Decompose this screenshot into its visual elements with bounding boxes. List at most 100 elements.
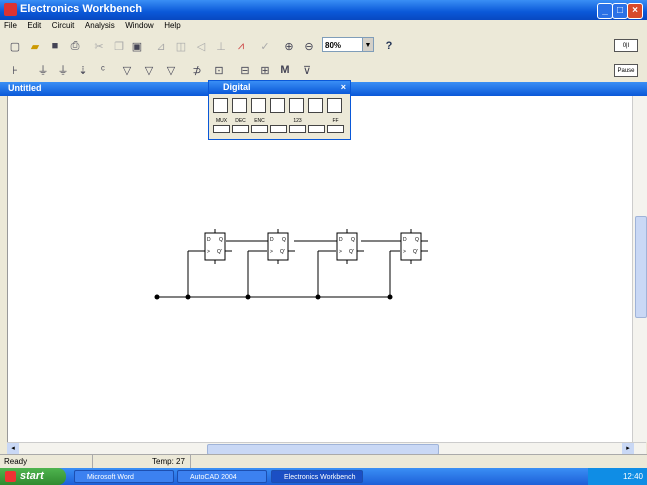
ff-label: FF <box>332 118 339 124</box>
close-button[interactable]: × <box>627 3 643 19</box>
taskbar-item-autocad[interactable]: AutoCAD 2004 <box>177 470 267 483</box>
help-icon[interactable]: ? <box>380 37 398 55</box>
sources-parts-icon[interactable]: ⏚ <box>34 61 52 79</box>
digital-ic-parts-icon[interactable]: ▽ <box>162 61 180 79</box>
status-text: Ready <box>4 457 28 466</box>
digital-parts-icon[interactable]: ⊡ <box>210 61 228 79</box>
menu-window[interactable]: Window <box>121 20 157 31</box>
palette-close-icon[interactable]: × <box>341 81 346 94</box>
flip-horizontal-icon[interactable]: ◫ <box>172 37 190 55</box>
ff3-q-label: Q <box>351 237 355 243</box>
indicators-parts-icon[interactable]: ⊟ <box>236 61 254 79</box>
pause-button[interactable]: Pause <box>614 64 638 77</box>
rotate-icon[interactable]: ⊿ <box>152 37 170 55</box>
enc-button[interactable] <box>251 125 268 133</box>
ff1-d-label: D <box>207 237 211 243</box>
windows-logo-icon <box>5 471 16 482</box>
menu-help[interactable]: Help <box>160 20 184 31</box>
save-icon[interactable]: ■ <box>46 37 64 55</box>
flip-vertical-icon[interactable]: ◁ <box>192 37 210 55</box>
window-title: Electronics Workbench <box>20 3 143 15</box>
junction-dot <box>387 294 393 300</box>
instruments-parts-icon[interactable]: ⊽ <box>298 61 316 79</box>
shift-button[interactable] <box>308 125 325 133</box>
dec-button[interactable] <box>232 125 249 133</box>
ff2-q-label: Q <box>282 237 286 243</box>
ff3-d-label: D <box>339 237 343 243</box>
miscellaneous-parts-icon[interactable]: M <box>276 61 294 79</box>
start-label: start <box>20 470 44 482</box>
junction-dot <box>154 294 160 300</box>
palette-title-bar[interactable]: Digital × <box>209 81 350 94</box>
counter-label: 123 <box>293 118 302 124</box>
logic-gates-parts-icon[interactable]: ⊅ <box>188 61 206 79</box>
ff4-clk-label: > <box>403 249 406 255</box>
transistors-parts-icon[interactable]: ᶜ <box>94 61 112 79</box>
cut-icon[interactable]: ✂ <box>90 37 108 55</box>
temperature-readout: Temp: 27 <box>152 457 185 466</box>
menu-file[interactable]: File <box>0 20 21 31</box>
analog-ic-parts-icon[interactable]: ▽ <box>118 61 136 79</box>
rs-flipflop-icon[interactable] <box>251 98 266 113</box>
paste-icon[interactable]: ▣ <box>128 37 146 55</box>
arith-button[interactable] <box>270 125 287 133</box>
favorites-parts-icon[interactable]: ⊦ <box>6 61 24 79</box>
status-divider <box>92 455 93 469</box>
vertical-scrollbar[interactable] <box>632 96 647 442</box>
full-adder-icon[interactable] <box>232 98 247 113</box>
menu-bar: File Edit Circuit Analysis Window Help <box>0 20 647 34</box>
diodes-parts-icon[interactable]: ⇣ <box>74 61 92 79</box>
system-tray: 12:40 <box>588 468 647 485</box>
palette-title: Digital <box>223 82 251 92</box>
mux-label: MUX <box>215 118 228 124</box>
ff3-qn-label: Q' <box>349 249 354 255</box>
menu-edit[interactable]: Edit <box>23 20 45 31</box>
circuit-canvas[interactable]: D Q > Q' D Q > Q' D Q > Q' D Q > Q' <box>7 96 633 442</box>
junction-dot <box>185 294 191 300</box>
menu-circuit[interactable]: Circuit <box>48 20 79 31</box>
new-icon[interactable]: ▢ <box>6 37 24 55</box>
ff1-clk-label: > <box>207 249 210 255</box>
ff2-qn-label: Q' <box>280 249 285 255</box>
subcircuit-icon[interactable]: ⊥ <box>212 37 230 55</box>
ff2-d-label: D <box>270 237 274 243</box>
menu-analysis[interactable]: Analysis <box>81 20 119 31</box>
jk-flipflop-icon[interactable] <box>270 98 285 113</box>
d-flipflop-clear-icon[interactable] <box>327 98 342 113</box>
title-bar: Electronics Workbench _ □ × <box>0 0 647 20</box>
parts-bin-toolbar: ⊦ ⏚ ⏚ ⇣ ᶜ ▽ ▽ ▽ ⊅ ⊡ ⊟ ⊞ M ⊽ <box>0 58 647 82</box>
ff1-q-label: Q <box>219 237 223 243</box>
d-flipflop-icon[interactable] <box>308 98 323 113</box>
component-properties-icon[interactable]: ✓ <box>256 37 274 55</box>
ff-button[interactable] <box>327 125 344 133</box>
ff3-clk-label: > <box>339 249 342 255</box>
mixed-ic-parts-icon[interactable]: ▽ <box>140 61 158 79</box>
status-divider <box>190 455 191 469</box>
half-adder-icon[interactable] <box>213 98 228 113</box>
basic-parts-icon[interactable]: ⏚ <box>54 61 72 79</box>
vertical-scroll-thumb[interactable] <box>635 216 647 318</box>
zoom-dropdown-arrow-icon[interactable]: ▼ <box>362 37 374 52</box>
controls-parts-icon[interactable]: ⊞ <box>256 61 274 79</box>
zoom-out-icon[interactable]: ⊖ <box>300 37 318 55</box>
graph-icon[interactable]: ⩘ <box>232 37 250 55</box>
open-icon[interactable]: ▰ <box>26 37 44 55</box>
taskbar-item-word[interactable]: Microsoft Word <box>74 470 174 483</box>
dec-label: DEC <box>235 118 246 124</box>
app-icon <box>4 3 17 16</box>
status-bar: Ready Temp: 27 <box>0 454 647 469</box>
maximize-button[interactable]: □ <box>612 3 628 19</box>
power-switch-button[interactable]: 0|I <box>614 39 638 52</box>
minimize-button[interactable]: _ <box>597 3 613 19</box>
mux-button[interactable] <box>213 125 230 133</box>
taskbar-item-ewb[interactable]: Electronics Workbench <box>271 470 363 483</box>
zoom-in-icon[interactable]: ⊕ <box>280 37 298 55</box>
ff4-q-label: Q <box>415 237 419 243</box>
start-button[interactable]: start <box>0 468 66 485</box>
ff1-qn-label: Q' <box>217 249 222 255</box>
jk-flipflop-clear-icon[interactable] <box>289 98 304 113</box>
print-icon[interactable]: ⎙ <box>66 37 84 55</box>
counter-button[interactable] <box>289 125 306 133</box>
junction-dot <box>315 294 321 300</box>
copy-icon[interactable]: ❐ <box>110 37 128 55</box>
